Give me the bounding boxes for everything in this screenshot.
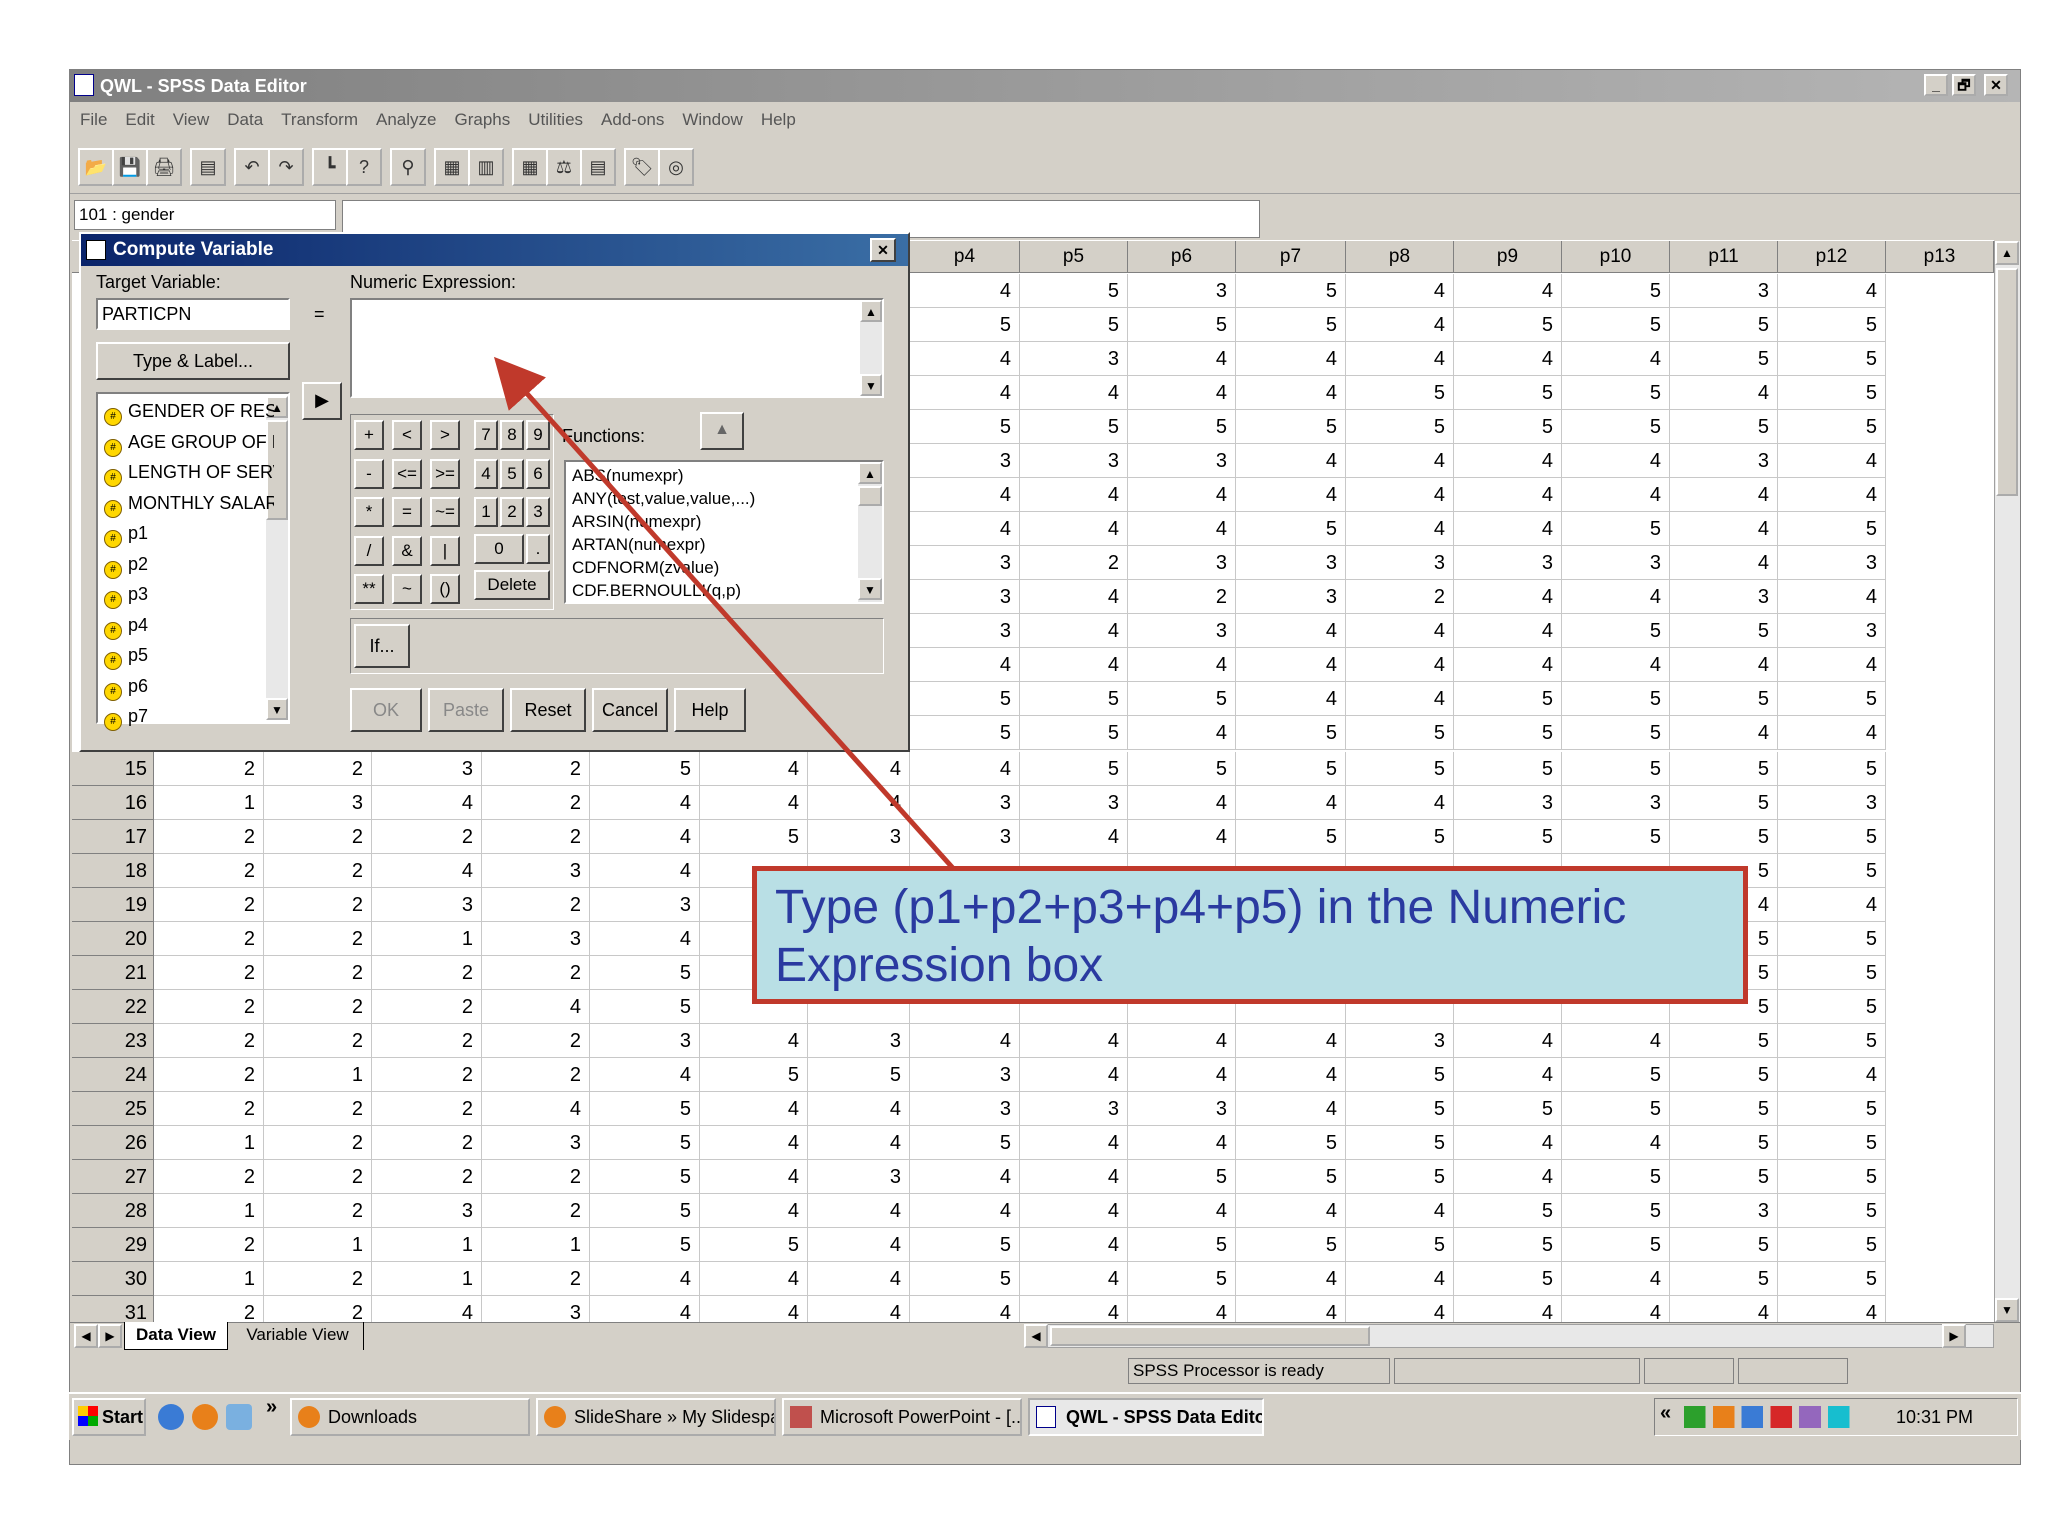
instruction-callout: Type (p1+p2+p3+p4+p5) in the Numeric Exp… xyxy=(752,866,1748,1004)
annotation-arrow xyxy=(493,356,962,878)
